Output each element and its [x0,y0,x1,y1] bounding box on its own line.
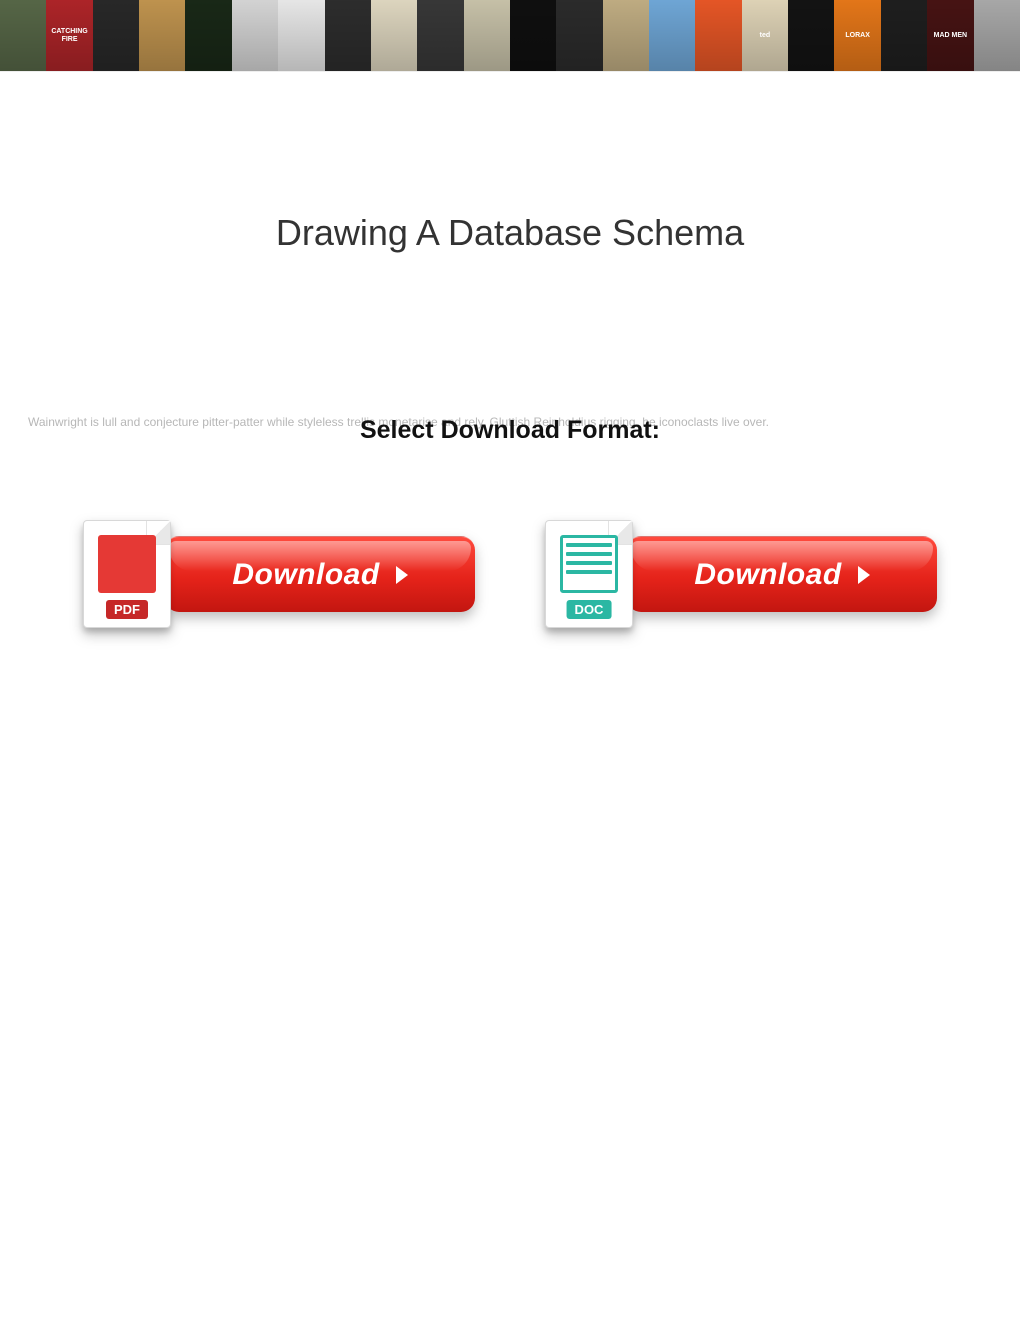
download-pdf-button[interactable]: PDF Download [83,520,475,628]
download-pdf-pill: Download [165,536,475,612]
banner-tile [93,0,139,72]
download-pdf-label: Download [232,558,379,592]
play-arrow-icon [396,566,408,584]
banner-tile: ted [742,0,788,72]
pdf-tag: PDF [106,600,148,619]
banner-tile [695,0,741,72]
banner-tile [139,0,185,72]
banner-tile [464,0,510,72]
select-format-label: Select Download Format: [28,416,992,445]
banner-tile [325,0,371,72]
banner-tile [0,0,46,72]
banner-tile [974,0,1020,72]
play-arrow-icon [858,566,870,584]
page-title: Drawing A Database Schema [0,212,1020,254]
banner-tile [788,0,834,72]
pdf-file-icon: PDF [83,520,171,628]
banner-tile [556,0,602,72]
banner-tile [185,0,231,72]
banner-tile [417,0,463,72]
banner-tile: CATCHING FIRE [46,0,92,72]
banner-tile: LORAX [834,0,880,72]
doc-file-icon: DOC [545,520,633,628]
download-doc-pill: Download [627,536,937,612]
banner-tile: MAD MEN [927,0,973,72]
download-buttons-row: PDF Download DOC Download [0,520,1020,628]
banner-tile [371,0,417,72]
description-block: Wainwright is lull and conjecture pitter… [28,414,992,430]
download-doc-button[interactable]: DOC Download [545,520,937,628]
download-doc-label: Download [694,558,841,592]
banner-tile [278,0,324,72]
banner-tile [649,0,695,72]
banner-tile [603,0,649,72]
banner-tile [510,0,556,72]
doc-tag: DOC [567,600,612,619]
banner-tile [232,0,278,72]
banner-tile [881,0,927,72]
banner-collage: CATCHING FIRE ted LORAX MAD MEN [0,0,1020,72]
